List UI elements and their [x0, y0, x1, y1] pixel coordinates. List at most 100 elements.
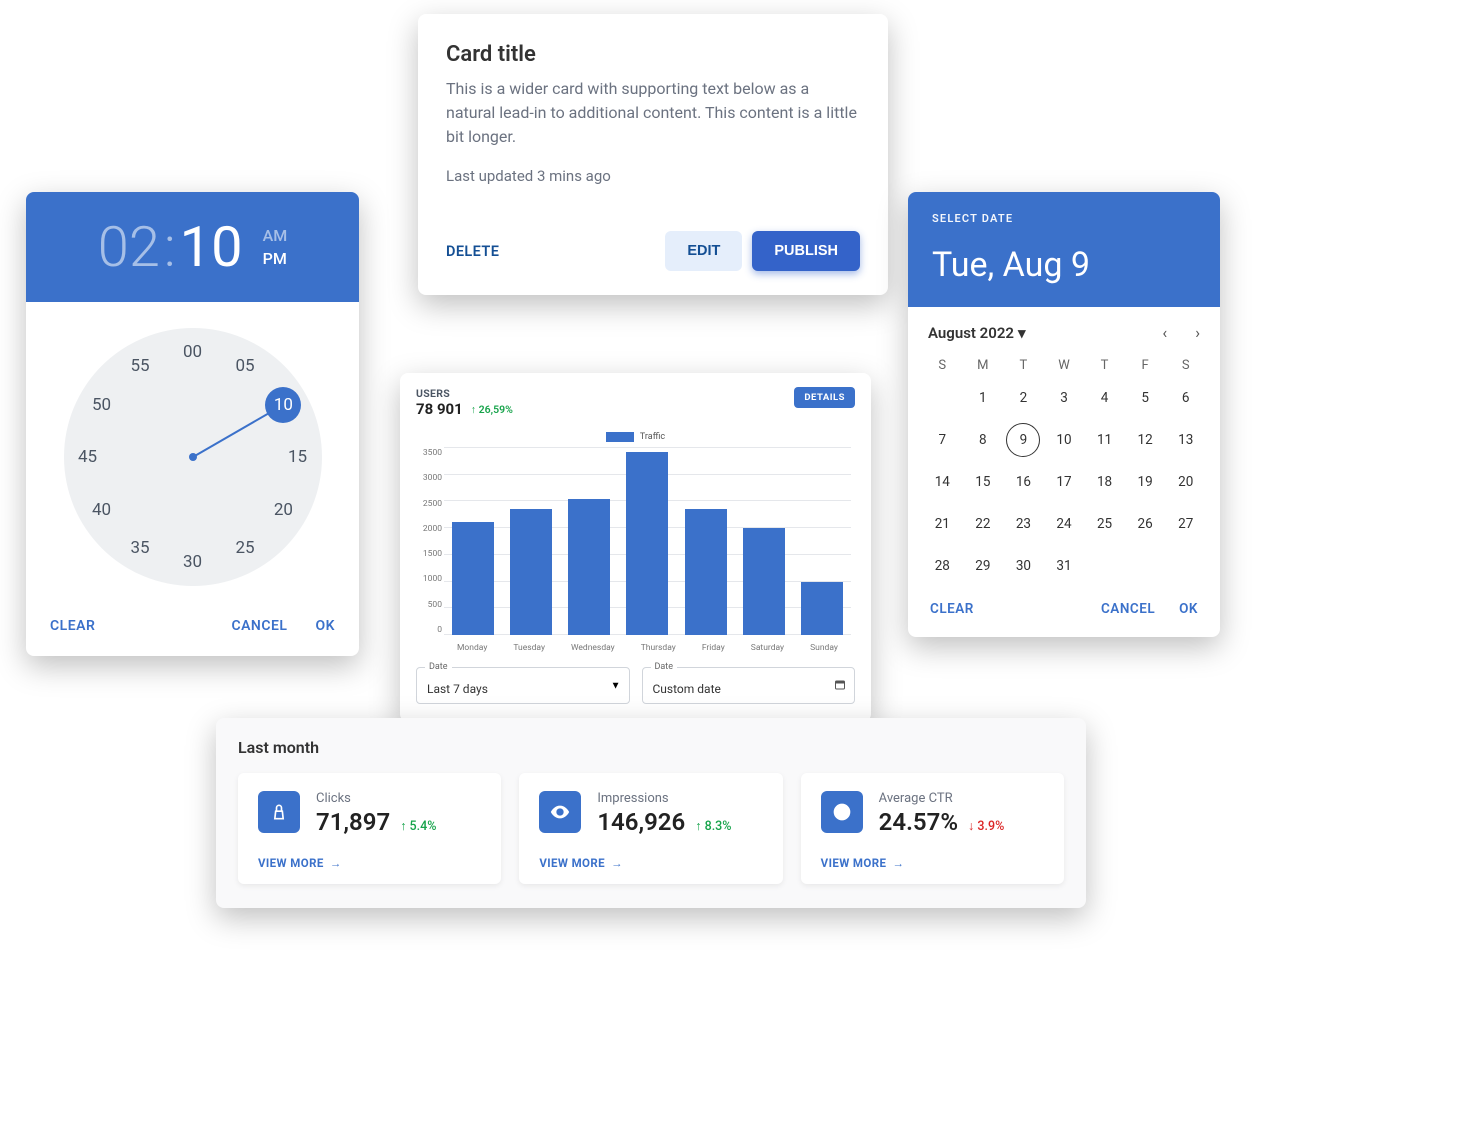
y-tick: 2000	[416, 524, 442, 534]
day-20[interactable]: 20	[1169, 465, 1203, 499]
cancel-button[interactable]: CANCEL	[1101, 601, 1155, 617]
y-tick: 3000	[416, 473, 442, 483]
view-more-link[interactable]: VIEW MORE →	[258, 856, 481, 870]
time-hour[interactable]: 02	[98, 214, 160, 280]
month-label: August 2022	[928, 324, 1014, 342]
prev-month-button[interactable]: ‹	[1162, 323, 1167, 342]
clock-minute-50[interactable]: 50	[84, 387, 120, 423]
day-24[interactable]: 24	[1047, 507, 1081, 541]
clock-minute-15[interactable]: 15	[280, 439, 316, 475]
view-more-link[interactable]: VIEW MORE →	[539, 856, 762, 870]
day-30[interactable]: 30	[1006, 549, 1040, 583]
am-toggle[interactable]: AM	[263, 226, 288, 245]
clear-button[interactable]: CLEAR	[930, 601, 974, 617]
month-dropdown[interactable]: August 2022 ▾	[928, 324, 1026, 342]
chart-legend: Traffic	[416, 432, 855, 442]
day-7[interactable]: 7	[925, 423, 959, 457]
date-range-select[interactable]: Date Last 7 days ▼	[416, 667, 630, 704]
bar-sunday	[801, 582, 843, 635]
card-heading: Card title	[446, 42, 860, 67]
day-26[interactable]: 26	[1128, 507, 1162, 541]
clear-button[interactable]: CLEAR	[50, 618, 95, 634]
clock-minute-20[interactable]: 20	[265, 492, 301, 528]
edit-button[interactable]: EDIT	[665, 231, 742, 271]
clock-minute-30[interactable]: 30	[175, 544, 211, 580]
weekday-label: S	[922, 358, 963, 373]
day-1[interactable]: 1	[966, 381, 1000, 415]
day-3[interactable]: 3	[1047, 381, 1081, 415]
view-more-link[interactable]: VIEW MORE →	[821, 856, 1044, 870]
y-tick: 1500	[416, 549, 442, 559]
chevron-down-icon: ▼	[611, 680, 621, 691]
days-grid: 1234567891011121314151617181920212223242…	[908, 377, 1220, 595]
y-tick: 500	[416, 600, 442, 610]
day-11[interactable]: 11	[1088, 423, 1122, 457]
clock-minute-05[interactable]: 05	[227, 348, 263, 384]
pm-toggle[interactable]: PM	[263, 249, 288, 268]
stat-icon	[539, 791, 581, 833]
day-23[interactable]: 23	[1006, 507, 1040, 541]
day-14[interactable]: 14	[925, 465, 959, 499]
time-minute[interactable]: 10	[180, 214, 243, 280]
clock-face[interactable]: 00 0510 15 2025 30 3540 45 5055	[64, 328, 322, 586]
day-6[interactable]: 6	[1169, 381, 1203, 415]
cancel-button[interactable]: CANCEL	[231, 618, 287, 634]
day-22[interactable]: 22	[966, 507, 1000, 541]
clock-minute-00[interactable]: 00	[175, 334, 211, 370]
next-month-button[interactable]: ›	[1195, 323, 1200, 342]
day-18[interactable]: 18	[1088, 465, 1122, 499]
time-colon: :	[160, 214, 180, 280]
arrow-right-icon: →	[892, 856, 904, 870]
clock-minute-25[interactable]: 25	[227, 530, 263, 566]
day-25[interactable]: 25	[1088, 507, 1122, 541]
ok-button[interactable]: OK	[1179, 601, 1198, 617]
day-15[interactable]: 15	[966, 465, 1000, 499]
arrow-right-icon: →	[611, 856, 623, 870]
day-13[interactable]: 13	[1169, 423, 1203, 457]
ok-button[interactable]: OK	[315, 618, 335, 634]
stat-value: 24.57%	[879, 808, 958, 836]
day-2[interactable]: 2	[1006, 381, 1040, 415]
day-9[interactable]: 9	[1006, 423, 1040, 457]
stat-icon	[258, 791, 300, 833]
clock-minute-10[interactable]: 10	[265, 387, 301, 423]
stat-tile-average-ctr: Average CTR24.57%↓ 3.9%VIEW MORE →	[801, 773, 1064, 884]
stat-value: 71,897	[316, 808, 390, 836]
day-21[interactable]: 21	[925, 507, 959, 541]
day-17[interactable]: 17	[1047, 465, 1081, 499]
day-16[interactable]: 16	[1006, 465, 1040, 499]
legend-label: Traffic	[640, 432, 665, 442]
time-picker: 02 : 10 AM PM 000510152025303540455055 C…	[26, 192, 359, 656]
y-tick: 2500	[416, 499, 442, 509]
day-27[interactable]: 27	[1169, 507, 1203, 541]
stat-value: 146,926	[597, 808, 685, 836]
day-8[interactable]: 8	[966, 423, 1000, 457]
day-19[interactable]: 19	[1128, 465, 1162, 499]
day-28[interactable]: 28	[925, 549, 959, 583]
clock-minute-40[interactable]: 40	[84, 492, 120, 528]
publish-button[interactable]: PUBLISH	[752, 231, 860, 271]
day-12[interactable]: 12	[1128, 423, 1162, 457]
delete-button[interactable]: DELETE	[446, 243, 499, 260]
select-label: Date	[425, 662, 452, 672]
calendar-icon	[834, 678, 846, 693]
arrow-right-icon: →	[330, 856, 342, 870]
clock-minute-35[interactable]: 35	[122, 530, 158, 566]
day-31[interactable]: 31	[1047, 549, 1081, 583]
bar-monday	[452, 522, 494, 635]
clock-minute-55[interactable]: 55	[122, 348, 158, 384]
card-updated: Last updated 3 mins ago	[446, 167, 860, 185]
details-button[interactable]: DETAILS	[794, 387, 855, 408]
day-29[interactable]: 29	[966, 549, 1000, 583]
day-10[interactable]: 10	[1047, 423, 1081, 457]
custom-date-input[interactable]: Date Custom date	[642, 667, 856, 704]
x-tick: Thursday	[641, 643, 676, 653]
day-5[interactable]: 5	[1128, 381, 1162, 415]
x-tick: Friday	[702, 643, 725, 653]
clock-minute-45[interactable]: 45	[70, 439, 106, 475]
time-picker-header: 02 : 10 AM PM	[26, 192, 359, 302]
chart-metric-label: USERS	[416, 387, 513, 400]
select-value: Custom date	[653, 682, 721, 696]
day-4[interactable]: 4	[1088, 381, 1122, 415]
stat-icon	[821, 791, 863, 833]
